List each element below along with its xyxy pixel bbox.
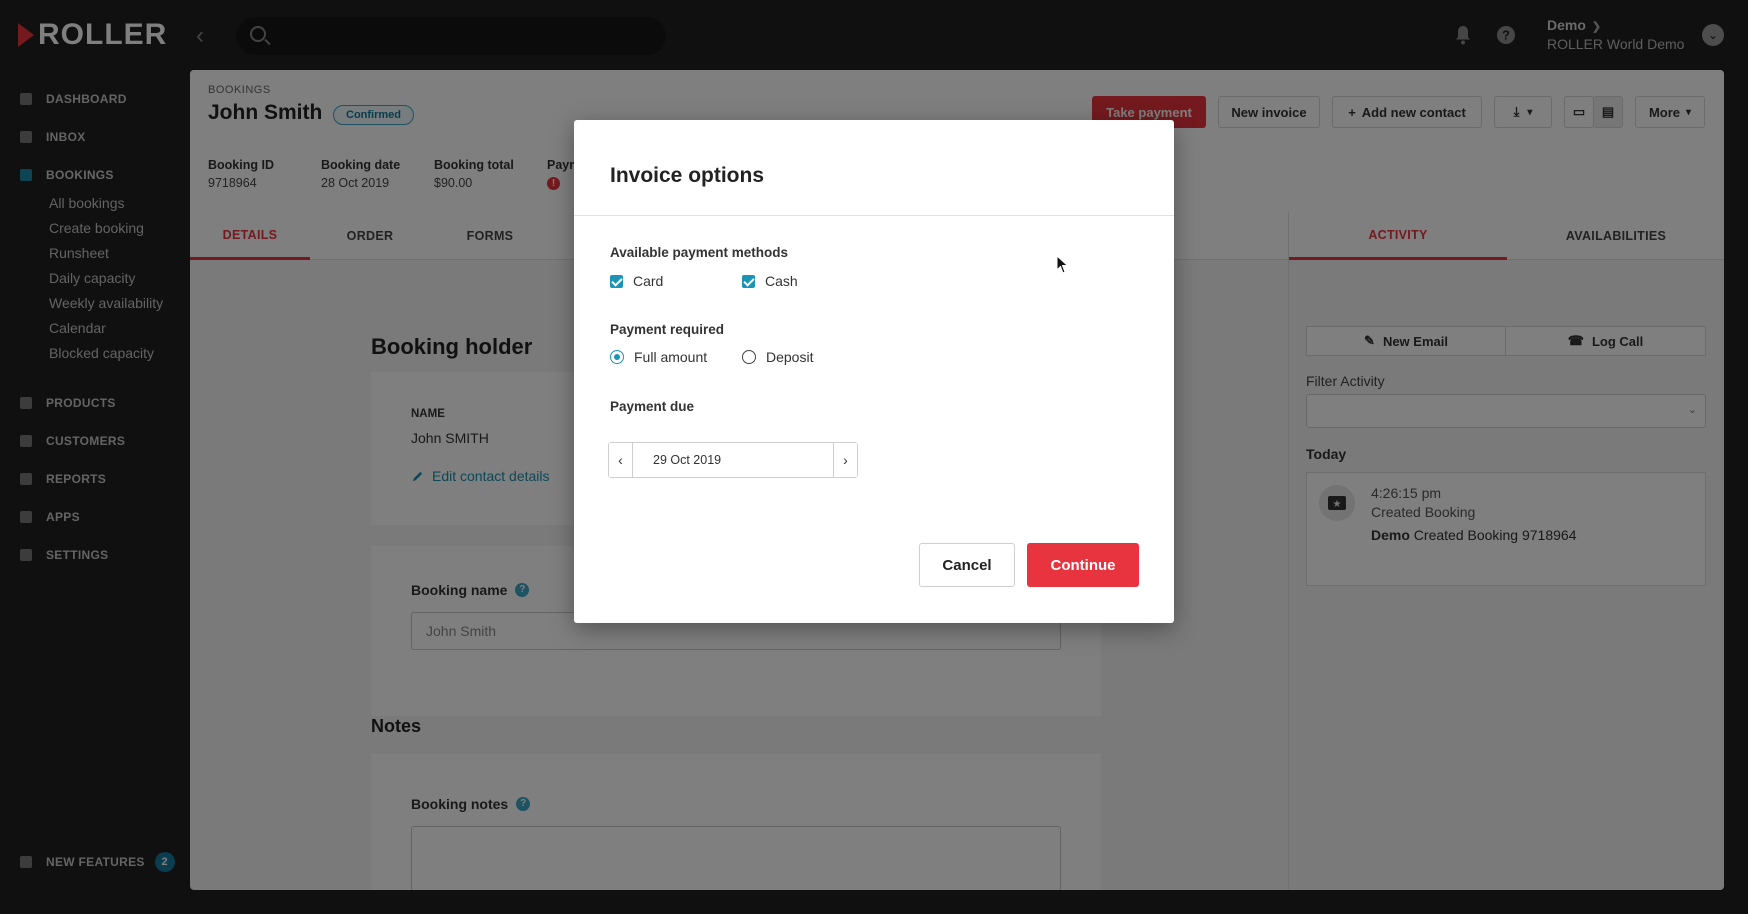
continue-button[interactable]: Continue [1027, 543, 1139, 587]
payment-methods-label: Available payment methods [610, 245, 789, 260]
deposit-radio[interactable]: Deposit [742, 349, 813, 365]
full-amount-radio[interactable]: Full amount [610, 349, 707, 365]
payment-due-input[interactable]: 29 Oct 2019 [633, 443, 833, 477]
payment-due-datepicker: ‹ 29 Oct 2019 › [608, 442, 858, 478]
payment-due-label: Payment due [610, 399, 695, 414]
card-checkbox[interactable]: Card [610, 273, 663, 289]
payment-required-label: Payment required [610, 322, 725, 337]
chevron-left-icon: ‹ [618, 452, 623, 468]
checkbox-checked-icon [742, 274, 755, 288]
cancel-button[interactable]: Cancel [919, 543, 1015, 587]
radio-selected-icon [610, 350, 624, 364]
deposit-label: Deposit [766, 349, 814, 365]
full-amount-label: Full amount [634, 349, 708, 365]
radio-unselected-icon [742, 350, 756, 364]
cash-checkbox-label: Cash [765, 273, 798, 289]
dialog-title: Invoice options [610, 164, 765, 187]
next-date-button[interactable]: › [833, 443, 857, 477]
card-checkbox-label: Card [633, 273, 664, 289]
dialog-divider [574, 215, 1174, 216]
previous-date-button[interactable]: ‹ [609, 443, 633, 477]
cash-checkbox[interactable]: Cash [742, 273, 798, 289]
checkbox-checked-icon [610, 274, 623, 288]
chevron-right-icon: › [843, 452, 848, 468]
invoice-options-dialog: Invoice options Available payment method… [574, 120, 1174, 623]
